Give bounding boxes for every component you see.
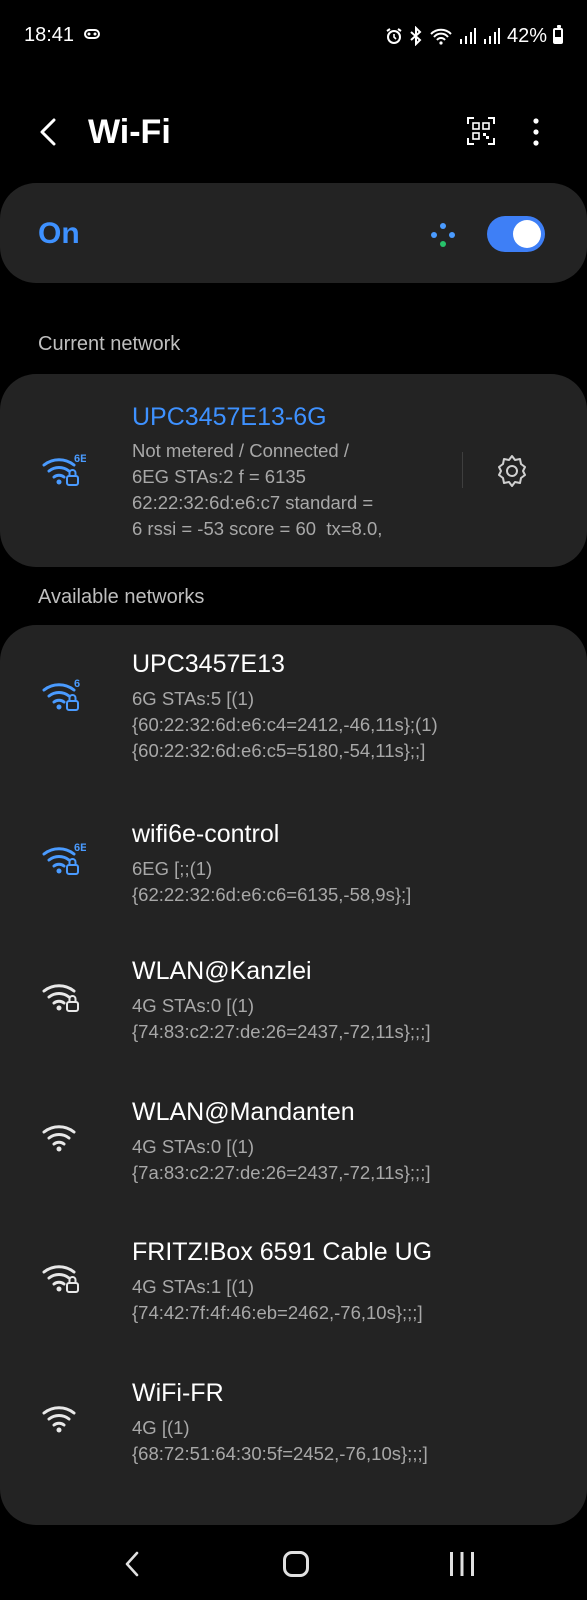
network-name: UPC3457E13: [132, 650, 285, 678]
nav-back-icon[interactable]: [124, 1550, 140, 1578]
toggle-knob: [513, 220, 541, 248]
link-icon: [84, 29, 100, 39]
wifi-locked-icon: 6: [42, 678, 80, 711]
qr-code-icon[interactable]: [467, 117, 495, 145]
wifi-icon: [42, 1125, 76, 1152]
network-details: 4G STAs:0 [(1) {74:83:c2:27:de:26=2437,-…: [132, 995, 431, 1042]
wifi-6e-locked-icon: 6E: [42, 453, 86, 486]
network-details: 4G STAs:1 [(1) {74:42:7f:4f:46:eb=2462,-…: [132, 1276, 423, 1323]
wifi-locked-icon: [42, 1265, 79, 1293]
wifi-state-label: On: [38, 217, 80, 250]
back-arrow-icon[interactable]: [34, 112, 68, 152]
network-name: WiFi-FR: [132, 1379, 224, 1407]
band-label: 6: [74, 678, 80, 690]
wifi-6e-status-icon: [430, 28, 452, 45]
wifi-icon: [42, 1406, 76, 1433]
wifi-toggle-switch[interactable]: [487, 216, 545, 252]
available-networks-heading: Available networks: [38, 586, 205, 608]
wifi-locked-icon: 6E: [42, 842, 86, 875]
network-details: 6EG [;;(1) {62:22:32:6d:e6:c6=6135,-58,9…: [132, 858, 412, 905]
battery-icon: [553, 25, 563, 44]
nav-recents-icon[interactable]: [448, 1551, 476, 1577]
current-network-name: UPC3457E13-6G: [132, 403, 327, 431]
network-details: 4G STAs:0 [(1) {7a:83:c2:27:de:26=2437,-…: [132, 1136, 431, 1183]
divider: [462, 452, 463, 488]
status-indicators: 42%: [385, 24, 563, 48]
more-options-icon[interactable]: [528, 116, 544, 148]
network-details: 4G [(1) {68:72:51:64:30:5f=2452,-76,10s}…: [132, 1417, 428, 1464]
current-network-details: Not metered / Connected / 6EG STAs:2 f =…: [132, 440, 383, 539]
signal-icon-2: [483, 28, 500, 44]
network-name: wifi6e-control: [132, 820, 280, 848]
page-title: Wi-Fi: [88, 113, 171, 151]
network-name: WLAN@Kanzlei: [132, 957, 312, 985]
gear-icon[interactable]: [494, 453, 530, 489]
battery-percent: 42%: [506, 24, 547, 47]
network-details: 6G STAs:5 [(1) {60:22:32:6d:e6:c4=2412,-…: [132, 688, 438, 761]
current-network-heading: Current network: [38, 333, 181, 355]
bluetooth-icon: [410, 26, 422, 46]
band-label: 6E: [74, 453, 86, 465]
network-name: WLAN@Mandanten: [132, 1098, 355, 1126]
signal-icon-1: [459, 28, 476, 44]
wifi-locked-icon: [42, 984, 79, 1012]
band-label: 6E: [74, 842, 86, 854]
intelligent-wifi-icon[interactable]: [430, 222, 456, 248]
nav-home-icon[interactable]: [283, 1551, 309, 1577]
alarm-icon: [386, 28, 402, 44]
network-name: FRITZ!Box 6591 Cable UG: [132, 1238, 433, 1266]
status-time: 18:41: [24, 24, 75, 46]
